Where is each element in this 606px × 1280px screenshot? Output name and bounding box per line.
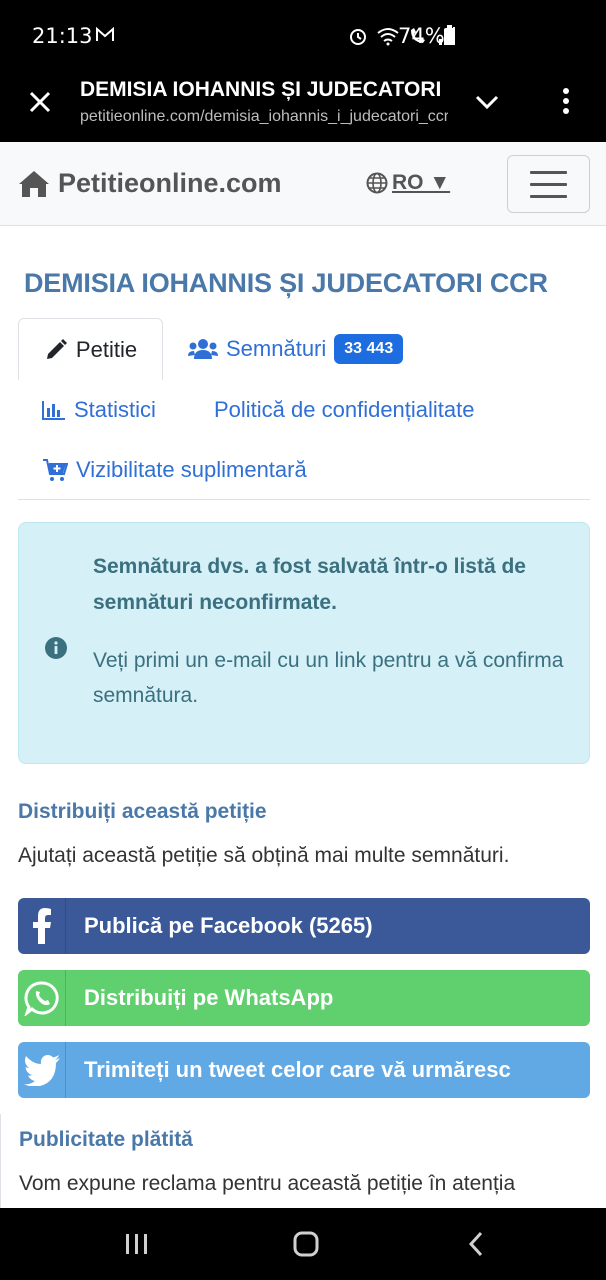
- facebook-share-button[interactable]: Publică pe Facebook (5265): [18, 898, 590, 954]
- tab-politica[interactable]: Politică de confidențialitate: [214, 397, 475, 423]
- gmail-icon: [96, 27, 114, 41]
- users-icon: [188, 339, 218, 359]
- info-icon: [45, 637, 67, 659]
- tab-vizibilitate-label: Vizibilitate suplimentară: [76, 457, 307, 482]
- petition-tabs: Petitie Semnături 33 443 Statistici Poli…: [18, 318, 590, 500]
- battery-icon: [444, 25, 455, 45]
- whatsapp-share-button[interactable]: Distribuiți pe WhatsApp: [18, 970, 590, 1026]
- divider-line: [0, 1114, 1, 1210]
- recent-apps-icon[interactable]: [124, 1232, 150, 1256]
- home-button-icon[interactable]: [292, 1230, 320, 1258]
- tab-petitie-label: Petitie: [75, 336, 138, 362]
- hamburger-icon: [530, 171, 567, 174]
- hamburger-bar: [530, 183, 567, 186]
- signature-count-badge: 33 443: [334, 334, 404, 364]
- tab-statistici-label: Statistici: [74, 397, 156, 422]
- page-title: DEMISIA IOHANNIS ȘI JUDECATORI CCR: [24, 268, 548, 298]
- alert-message: Veți primi un e-mail cu un link pentru a…: [93, 649, 564, 707]
- tab-politica-label: Politică de confidențialitate: [214, 397, 475, 422]
- twitter-share-button[interactable]: Trimiteți un tweet celor care vă urmăres…: [18, 1042, 590, 1098]
- facebook-icon: [32, 908, 51, 944]
- facebook-share-label: Publică pe Facebook (5265): [84, 913, 373, 938]
- back-icon[interactable]: [466, 1230, 486, 1258]
- globe-icon: [366, 172, 388, 194]
- status-bar: 21:13 74%: [0, 0, 606, 70]
- tab-statistici[interactable]: Statistici: [42, 397, 156, 423]
- language-selector[interactable]: RO ▼: [366, 171, 450, 195]
- share-text: Ajutați această petiție să obțină mai mu…: [18, 844, 510, 867]
- info-alert: Semnătura dvs. a fost salvată într-o lis…: [18, 522, 590, 764]
- whatsapp-share-label: Distribuiți pe WhatsApp: [84, 985, 334, 1010]
- battery-percent: 74%: [398, 24, 445, 48]
- alert-strong-text: Semnătura dvs. a fost salvată într-o lis…: [93, 555, 526, 614]
- whatsapp-icon: [23, 981, 59, 1016]
- site-navbar: Petitieonline.com RO ▼: [0, 142, 606, 226]
- tab-semnaturi-label: Semnături: [226, 336, 327, 361]
- tab-url: petitieonline.com/demisia_iohannis_i_jud…: [80, 108, 448, 125]
- paid-text: Vom expune reclama pentru această petiți…: [19, 1172, 516, 1195]
- cart-plus-icon: [43, 459, 68, 481]
- brand-link[interactable]: Petitieonline.com: [18, 168, 282, 199]
- paid-heading: Publicitate plătită: [19, 1128, 193, 1151]
- more-options-icon[interactable]: [560, 86, 572, 116]
- hamburger-bar: [530, 195, 567, 198]
- chevron-down-icon[interactable]: [474, 92, 500, 112]
- menu-toggle-button[interactable]: [507, 155, 590, 213]
- status-time: 21:13: [32, 24, 93, 48]
- alarm-icon: [350, 29, 366, 45]
- browser-tab-header: DEMISIA IOHANNIS ȘI JUDECATORI CCR petit…: [0, 70, 606, 142]
- tab-petitie[interactable]: Petitie: [18, 318, 163, 380]
- pencil-icon: [46, 338, 67, 359]
- tab-vizibilitate[interactable]: Vizibilitate suplimentară: [42, 457, 307, 483]
- tab-semnaturi[interactable]: Semnături 33 443: [188, 334, 404, 364]
- system-navigation-bar: [0, 1208, 606, 1280]
- bar-chart-icon: [42, 401, 65, 420]
- language-label: RO ▼: [392, 171, 451, 194]
- wifi-icon: [377, 28, 399, 46]
- close-icon[interactable]: [26, 88, 54, 116]
- home-icon: [19, 170, 49, 197]
- brand-name: Petitieonline.com: [58, 168, 282, 198]
- twitter-icon: [23, 1055, 60, 1086]
- tab-title: DEMISIA IOHANNIS ȘI JUDECATORI CCR: [80, 78, 448, 101]
- twitter-share-label: Trimiteți un tweet celor care vă urmăres…: [84, 1057, 511, 1082]
- share-heading: Distribuiți această petiție: [18, 800, 267, 823]
